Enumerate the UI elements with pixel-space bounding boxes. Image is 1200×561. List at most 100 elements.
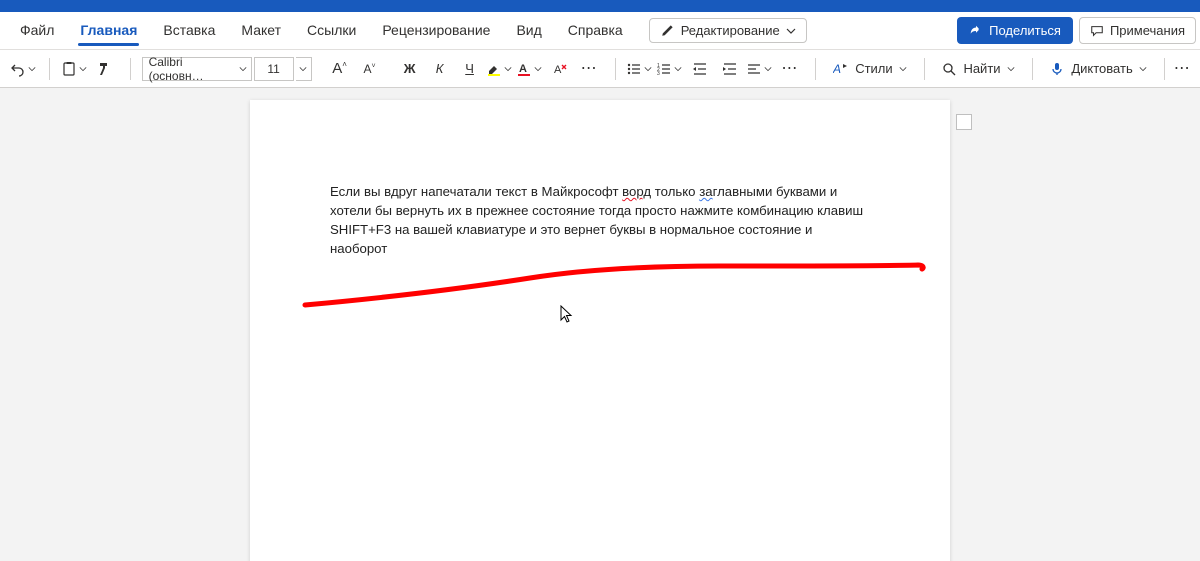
menu-view[interactable]: Вид [504, 14, 553, 48]
spelling-error: ворд [622, 184, 651, 199]
align-button[interactable] [746, 55, 774, 83]
decrease-indent-button[interactable] [686, 55, 714, 83]
ribbon-toolbar: Calibri (основн… 11 A˄ A˅ Ж К Ч A A [0, 50, 1200, 88]
text-run: Если вы вдруг напечатали текст в Майкрос… [330, 184, 622, 199]
share-label: Поделиться [989, 23, 1061, 38]
font-size-dropdown[interactable] [296, 57, 312, 81]
bullets-button[interactable] [626, 55, 654, 83]
separator [615, 58, 616, 80]
font-color-button[interactable]: A [516, 55, 544, 83]
ellipsis-icon: ⋯ [581, 61, 599, 77]
chevron-down-icon [899, 65, 907, 73]
grow-font-button[interactable]: A˄ [326, 55, 354, 83]
paragraph-dialog-button[interactable]: ⋯ [776, 55, 804, 83]
underline-button[interactable]: Ч [456, 55, 484, 83]
numbering-button[interactable]: 123 [656, 55, 684, 83]
menu-home[interactable]: Главная [68, 14, 149, 48]
underline-icon: Ч [465, 61, 474, 76]
font-size-value: 11 [267, 62, 279, 76]
more-commands-button[interactable]: ⋯ [1172, 55, 1194, 83]
chevron-down-icon [1139, 65, 1147, 73]
separator [1032, 58, 1033, 80]
chevron-down-icon [1007, 65, 1015, 73]
align-left-icon [746, 61, 762, 77]
shrink-font-button[interactable]: A˅ [356, 55, 384, 83]
menu-references[interactable]: Ссылки [295, 14, 368, 48]
freehand-annotation [300, 260, 930, 310]
separator [815, 58, 816, 80]
separator [49, 58, 50, 80]
chevron-down-icon [239, 65, 247, 73]
format-painter-icon [97, 61, 113, 77]
find-label: Найти [963, 61, 1000, 76]
separator [1164, 58, 1165, 80]
chevron-down-icon [534, 65, 542, 73]
svg-text:A: A [554, 64, 562, 76]
paste-button[interactable] [61, 55, 89, 83]
cursor-icon [560, 305, 576, 325]
editing-mode-dropdown[interactable]: Редактирование [649, 18, 807, 43]
font-dialog-button[interactable]: ⋯ [576, 55, 604, 83]
menu-layout[interactable]: Макет [229, 14, 293, 48]
find-button[interactable]: Найти [935, 57, 1020, 81]
grammar-suggestion: за [699, 184, 712, 199]
highlight-icon [486, 61, 502, 77]
italic-button[interactable]: К [426, 55, 454, 83]
bold-icon: Ж [404, 61, 416, 76]
chevron-down-icon [786, 26, 796, 36]
styles-icon: A [833, 61, 849, 77]
search-icon [941, 61, 957, 77]
share-button[interactable]: Поделиться [957, 17, 1073, 44]
page-collapse-handle[interactable] [956, 114, 972, 130]
styles-button[interactable]: A Стили [827, 57, 912, 81]
highlight-button[interactable] [486, 55, 514, 83]
format-painter-button[interactable] [91, 55, 119, 83]
menu-insert[interactable]: Вставка [151, 14, 227, 48]
text-run: только [651, 184, 699, 199]
italic-icon: К [436, 61, 444, 76]
menu-review[interactable]: Рецензирование [370, 14, 502, 48]
ellipsis-icon: ⋯ [781, 61, 799, 77]
chevron-down-icon [299, 65, 307, 73]
separator [924, 58, 925, 80]
chevron-down-icon [79, 65, 87, 73]
grow-font-icon: A˄ [332, 60, 347, 77]
separator [130, 58, 131, 80]
undo-button[interactable] [10, 55, 38, 83]
comments-label: Примечания [1110, 23, 1185, 38]
document-paragraph[interactable]: Если вы вдруг напечатали текст в Майкрос… [330, 182, 870, 259]
undo-icon [10, 61, 26, 77]
chevron-down-icon [504, 65, 512, 73]
title-bar [0, 0, 1200, 12]
microphone-icon [1049, 61, 1065, 77]
dictate-button[interactable]: Диктовать [1043, 57, 1152, 81]
shrink-font-icon: A˅ [364, 62, 376, 76]
pencil-icon [660, 23, 675, 38]
dictate-label: Диктовать [1071, 61, 1132, 76]
decrease-indent-icon [692, 61, 708, 77]
menu-file[interactable]: Файл [8, 14, 66, 48]
styles-label: Стили [855, 61, 892, 76]
font-family-value: Calibri (основн… [149, 55, 233, 83]
font-size-select[interactable]: 11 [254, 57, 294, 81]
bold-button[interactable]: Ж [396, 55, 424, 83]
font-family-select[interactable]: Calibri (основн… [142, 57, 252, 81]
bullets-icon [626, 61, 642, 77]
svg-text:A: A [519, 63, 527, 75]
editing-mode-label: Редактирование [681, 23, 780, 38]
chevron-down-icon [674, 65, 682, 73]
chevron-down-icon [644, 65, 652, 73]
comments-button[interactable]: Примечания [1079, 17, 1196, 44]
document-canvas[interactable]: Если вы вдруг напечатали текст в Майкрос… [0, 88, 1200, 561]
ellipsis-icon: ⋯ [1174, 61, 1192, 77]
document-page[interactable]: Если вы вдруг напечатали текст в Майкрос… [250, 100, 950, 561]
increase-indent-button[interactable] [716, 55, 744, 83]
increase-indent-icon [722, 61, 738, 77]
comment-icon [1090, 24, 1104, 38]
clipboard-icon [61, 61, 77, 77]
menu-bar: Файл Главная Вставка Макет Ссылки Реценз… [0, 12, 1200, 50]
menu-help[interactable]: Справка [556, 14, 635, 48]
font-color-icon: A [516, 61, 532, 77]
chevron-down-icon [28, 65, 36, 73]
clear-formatting-button[interactable]: A [546, 55, 574, 83]
